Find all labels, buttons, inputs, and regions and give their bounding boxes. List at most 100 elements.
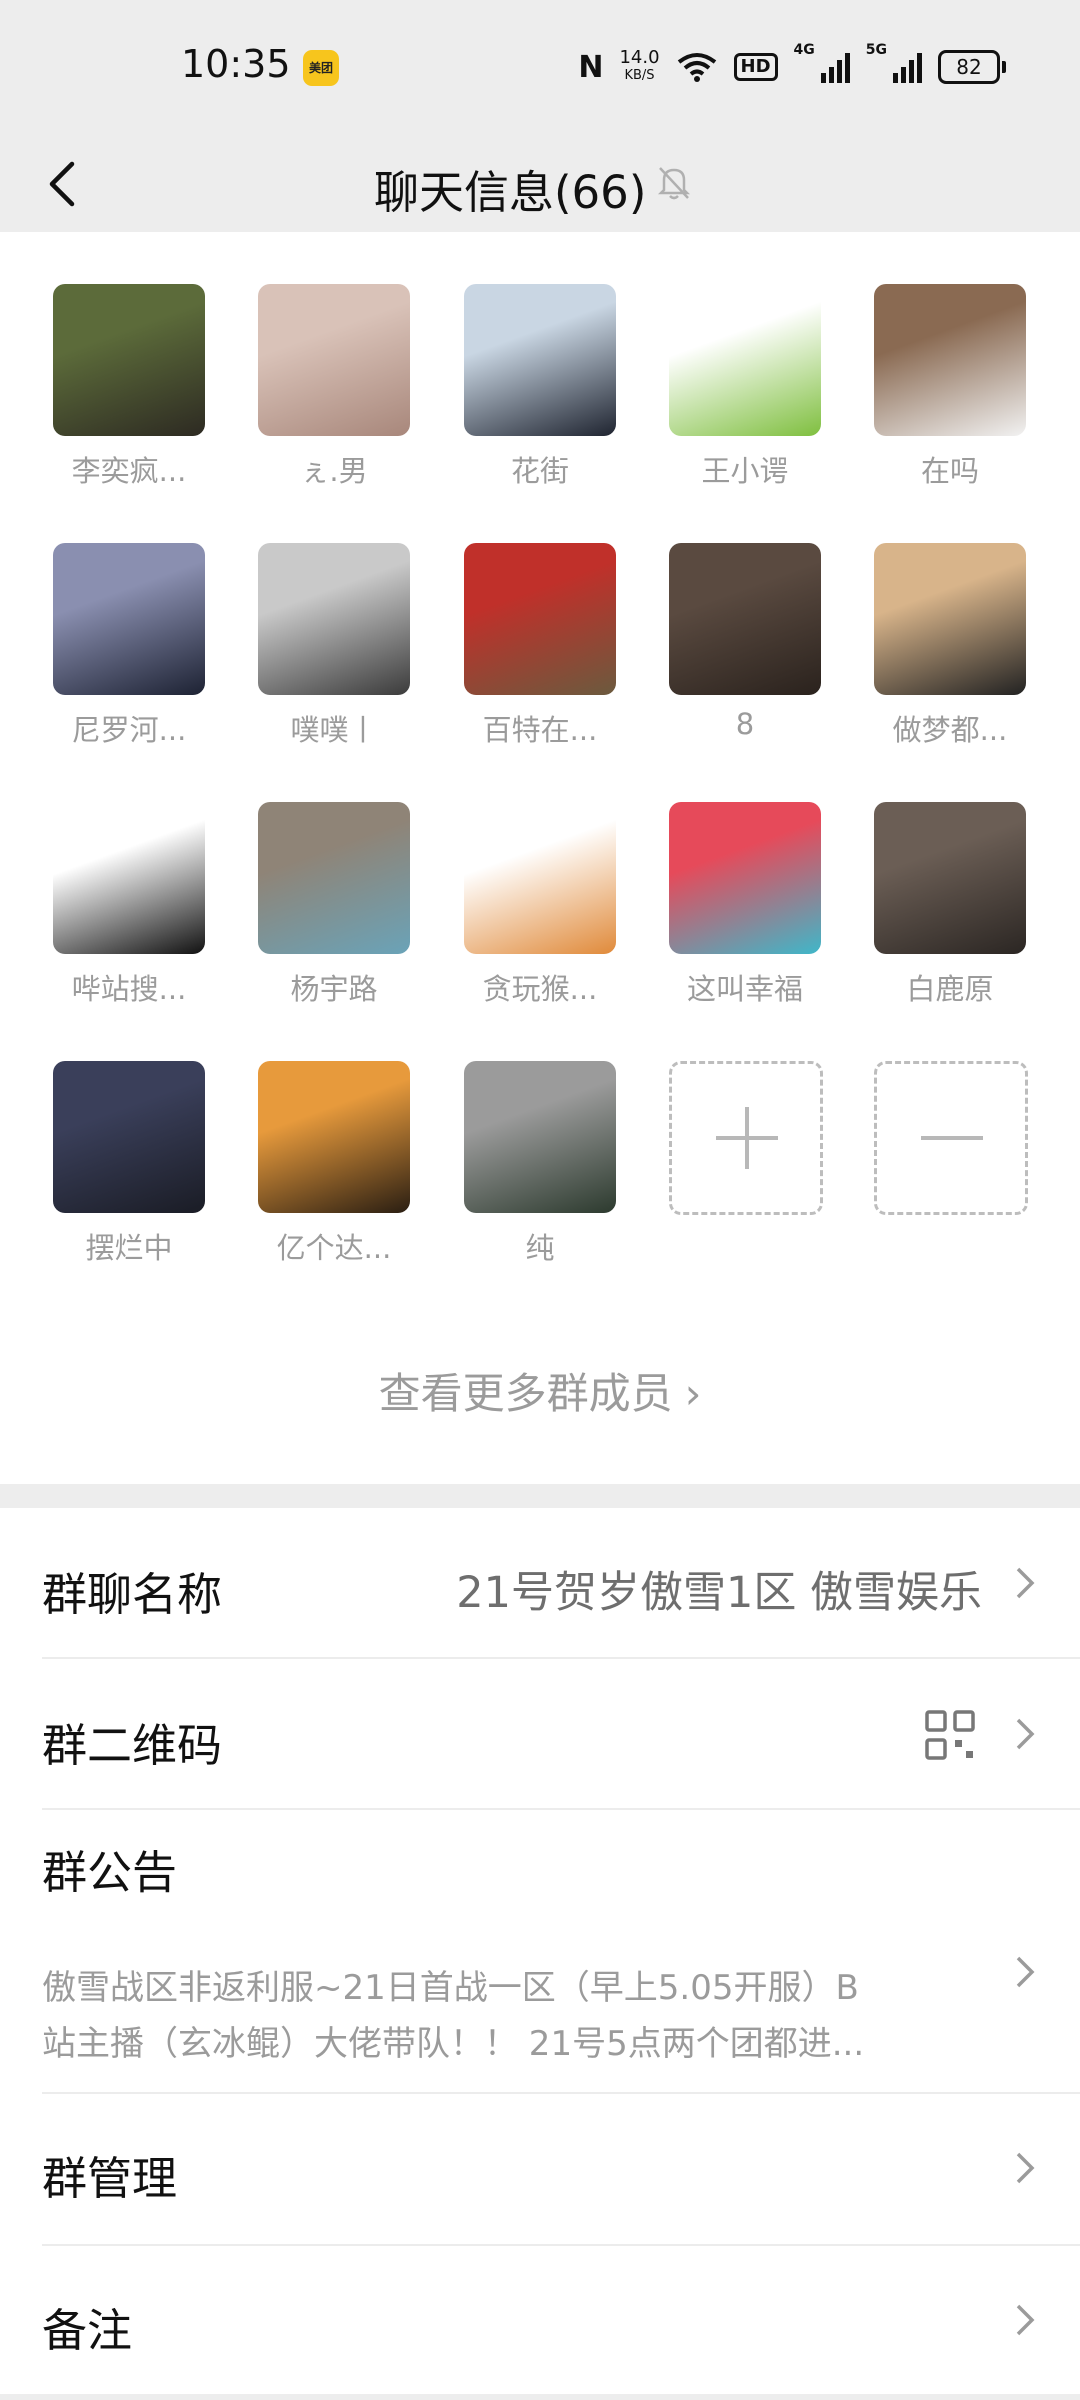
member-item[interactable]: 贪玩猴... [464,802,616,1012]
chevron-right-icon: › [684,1369,702,1418]
member-name: 杨宇路 [290,972,378,1006]
member-item[interactable]: 在吗 [874,284,1026,494]
signal-strength-2-icon [893,51,922,83]
avatar [258,284,410,436]
speed-unit: KB/S [624,68,655,83]
chevron-right-icon [1016,2304,1035,2336]
member-name: 做梦都... [892,713,1008,747]
group-name-value: 21号贺岁傲雪1区 傲雪娱乐 [456,1568,982,1618]
signal-strength-1-icon [820,51,850,83]
network-type-1: 4G [793,42,815,58]
member-name: 花街 [510,454,569,488]
network-speed: 14.0 KB/S [619,49,659,85]
meituan-app-icon: 美团 [303,50,339,86]
member-name: 百特在... [482,713,598,747]
battery-indicator: 82 [938,50,1006,84]
member-name: 王小谔 [701,454,789,488]
group-qr-row[interactable]: 群二维码 [0,1659,1080,1809]
group-notice-text: 傲雪战区非返利服~21日首战一区（早上5.05开服）B 站主播（玄冰鲲）大佬带队… [42,1960,942,2072]
notice-line-2: 站主播（玄冰鲲）大佬带队！！ 21号5点两个团都进... [42,2024,865,2064]
minus-icon [874,1061,1028,1215]
member-name: 这叫幸福 [686,972,803,1006]
member-name: ぇ.男 [300,454,368,488]
add-member-button[interactable] [669,1061,823,1271]
title-bar: 聊天信息(66) [0,134,1080,232]
avatar [669,802,821,954]
member-item[interactable]: 尼罗河... [53,543,205,753]
status-bar: 10:35 美团 N 14.0 KB/S HD 4G 5G 82 [0,0,1080,134]
remove-member-button[interactable] [874,1061,1028,1271]
speed-value: 14.0 [619,47,660,68]
group-qr-label: 群二维码 [42,1719,223,1772]
member-name: 噗噗丨 [290,713,378,747]
back-button[interactable] [30,144,100,224]
member-name: 哔站搜... [71,972,187,1006]
member-item[interactable]: 做梦都... [874,543,1026,753]
member-name: 纯 [525,1231,555,1265]
hd-voice-icon: HD [733,53,778,81]
member-item[interactable]: 李奕疯... [53,284,205,494]
chevron-right-icon [1016,1718,1035,1750]
member-item[interactable]: 这叫幸福 [669,802,821,1012]
status-indicators: N 14.0 KB/S HD 4G 5G 82 [578,42,1006,92]
member-item[interactable]: 白鹿原 [874,802,1026,1012]
remark-label: 备注 [42,2304,133,2357]
avatar [669,284,821,436]
view-more-members-link[interactable]: 查看更多群成员 › [0,1360,1080,1421]
section-divider [0,1484,1080,1508]
avatar [669,543,821,695]
member-grid: 李奕疯... ぇ.男 花街 王小谔 在吗尼罗河... 噗噗丨 百特在... 8 做梦都... 哔站… [0,232,1080,1484]
group-notice-row[interactable]: 群公告 傲雪战区非返利服~21日首战一区（早上5.05开服）B 站主播（玄冰鲲）… [0,1810,1080,2092]
member-item[interactable]: 百特在... [464,543,616,753]
network-type-2: 5G [865,42,887,58]
avatar [53,284,205,436]
avatar [874,284,1026,436]
avatar [258,543,410,695]
group-notice-label: 群公告 [42,1846,178,1899]
group-name-row[interactable]: 群聊名称 21号贺岁傲雪1区 傲雪娱乐 [0,1508,1080,1658]
wifi-icon [677,53,716,82]
avatar [464,802,616,954]
member-item[interactable]: 杨宇路 [258,802,410,1012]
member-name: 摆烂中 [85,1231,173,1265]
member-name: 白鹿原 [906,972,994,1006]
group-name-label: 群聊名称 [42,1568,223,1621]
member-item[interactable]: 摆烂中 [53,1061,205,1271]
member-name: 贪玩猴... [482,972,598,1006]
group-manage-row[interactable]: 群管理 [0,2094,1080,2244]
avatar [53,1061,205,1213]
status-time: 10:35 [181,42,291,86]
chevron-right-icon [1016,1956,1035,1988]
member-name: 8 [735,707,755,741]
member-name: 亿个达... [276,1231,392,1265]
back-arrow-icon [49,161,75,207]
member-name: 李奕疯... [71,454,187,488]
nfc-icon: N [578,49,604,85]
notice-line-1: 傲雪战区非返利服~21日首战一区（早上5.05开服）B [42,1968,859,2008]
member-item[interactable]: 花街 [464,284,616,494]
remark-row[interactable]: 备注 [0,2246,1080,2394]
member-item[interactable]: 亿个达... [258,1061,410,1271]
avatar [464,543,616,695]
member-name: 尼罗河... [71,713,187,747]
member-item[interactable]: 王小谔 [669,284,821,494]
member-item[interactable]: 8 [669,543,821,753]
member-item[interactable]: ぇ.男 [258,284,410,494]
bottom-divider [0,2394,1080,2400]
member-item[interactable]: 纯 [464,1061,616,1271]
avatar [874,543,1026,695]
qr-code-icon [925,1710,975,1760]
member-item[interactable]: 噗噗丨 [258,543,410,753]
avatar [874,802,1026,954]
member-item[interactable]: 哔站搜... [53,802,205,1012]
muted-bell-icon [657,167,691,200]
view-more-members-label: 查看更多群成员 [378,1369,673,1418]
avatar [53,543,205,695]
chevron-right-icon [1016,1567,1035,1599]
avatar [464,1061,616,1213]
group-manage-label: 群管理 [42,2152,178,2205]
chevron-right-icon [1016,2152,1035,2184]
avatar [258,802,410,954]
member-name: 在吗 [920,454,979,488]
avatar [53,802,205,954]
